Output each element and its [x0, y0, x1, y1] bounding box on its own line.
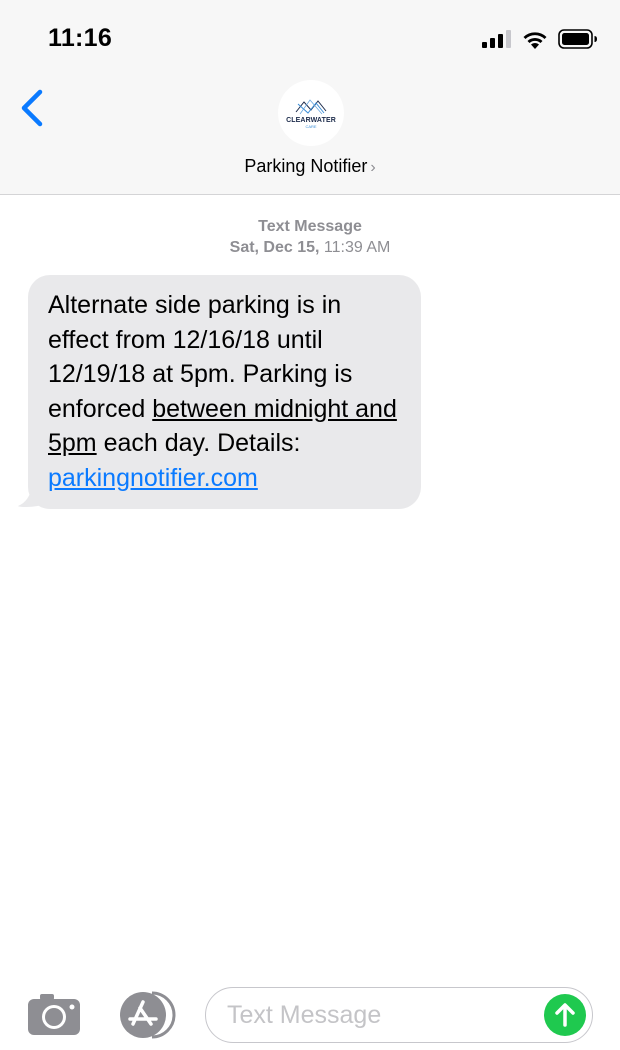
send-arrow-icon	[555, 1003, 575, 1027]
camera-button[interactable]	[26, 994, 82, 1036]
incoming-message: Alternate side parking is in effect from…	[18, 275, 421, 509]
status-icons	[482, 28, 598, 50]
back-button[interactable]	[16, 86, 50, 130]
message-time: 11:39 AM	[323, 239, 391, 256]
back-chevron-icon	[21, 89, 43, 127]
contact-avatar[interactable]: CLEARWATER CARE	[278, 80, 344, 146]
chevron-right-icon: ›	[370, 159, 376, 176]
message-input[interactable]: Text Message	[205, 987, 593, 1043]
message-text-part2: each day. Details:	[96, 429, 301, 457]
contact-name: Parking Notifier	[244, 156, 368, 176]
contact-name-button[interactable]: Parking Notifier ›	[0, 156, 620, 177]
message-input-placeholder: Text Message	[227, 1001, 382, 1029]
clearwater-logo-icon	[295, 98, 327, 114]
avatar-logo-text: CLEARWATER	[286, 116, 336, 124]
conversation-header: 11:16 CLEARWATER CARE Parking Notifier ›	[0, 0, 620, 195]
message-date: Sat, Dec 15,	[229, 239, 320, 256]
camera-icon	[28, 994, 80, 1035]
wifi-icon	[523, 31, 547, 49]
signal-icon	[482, 30, 511, 48]
battery-icon	[558, 29, 597, 49]
app-store-button[interactable]	[116, 991, 176, 1039]
message-type-label: Text Message	[258, 218, 362, 235]
message-link[interactable]: parkingnotifier.com	[48, 464, 258, 492]
app-store-icon	[120, 991, 176, 1039]
send-button[interactable]	[544, 994, 586, 1036]
message-bubble[interactable]: Alternate side parking is in effect from…	[28, 275, 421, 509]
message-timestamp: Sat, Dec 15, 11:39 AM	[0, 239, 620, 257]
status-time: 11:16	[48, 24, 113, 52]
avatar-logo-subtext: CARE	[305, 123, 317, 129]
